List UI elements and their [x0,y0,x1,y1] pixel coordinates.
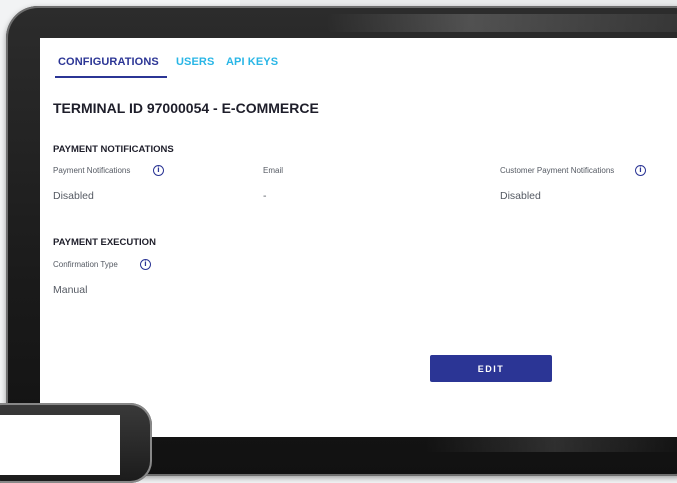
customer-payment-notifications-value: Disabled [500,190,541,202]
info-icon[interactable]: i [140,259,151,270]
frame-sheen [326,14,677,32]
tablet-screen: CONFIGURATIONS USERS API KEYS TERMINAL I… [40,38,677,437]
email-value: - [263,190,267,202]
section-payment-notifications: PAYMENT NOTIFICATIONS [53,144,174,155]
tab-api-keys[interactable]: API KEYS [226,56,278,68]
confirmation-type-label: Confirmation Type [53,260,118,269]
page-title: TERMINAL ID 97000054 - E-COMMERCE [53,100,319,116]
phone-frame [0,403,152,483]
tab-users[interactable]: USERS [176,56,214,68]
payment-notifications-label: Payment Notifications [53,166,131,175]
tab-bar: CONFIGURATIONS USERS API KEYS [40,38,677,78]
info-icon[interactable]: i [635,165,646,176]
info-icon[interactable]: i [153,165,164,176]
confirmation-type-value: Manual [53,284,88,296]
tab-configurations[interactable]: CONFIGURATIONS [58,56,159,68]
active-tab-indicator [55,76,167,78]
payment-notifications-value: Disabled [53,190,94,202]
section-payment-execution: PAYMENT EXECUTION [53,237,156,248]
edit-button[interactable]: EDIT [430,355,552,382]
customer-payment-notifications-label: Customer Payment Notifications [500,166,615,175]
bezel-highlight [425,432,677,452]
phone-screen [0,415,120,475]
email-label: Email [263,166,284,175]
